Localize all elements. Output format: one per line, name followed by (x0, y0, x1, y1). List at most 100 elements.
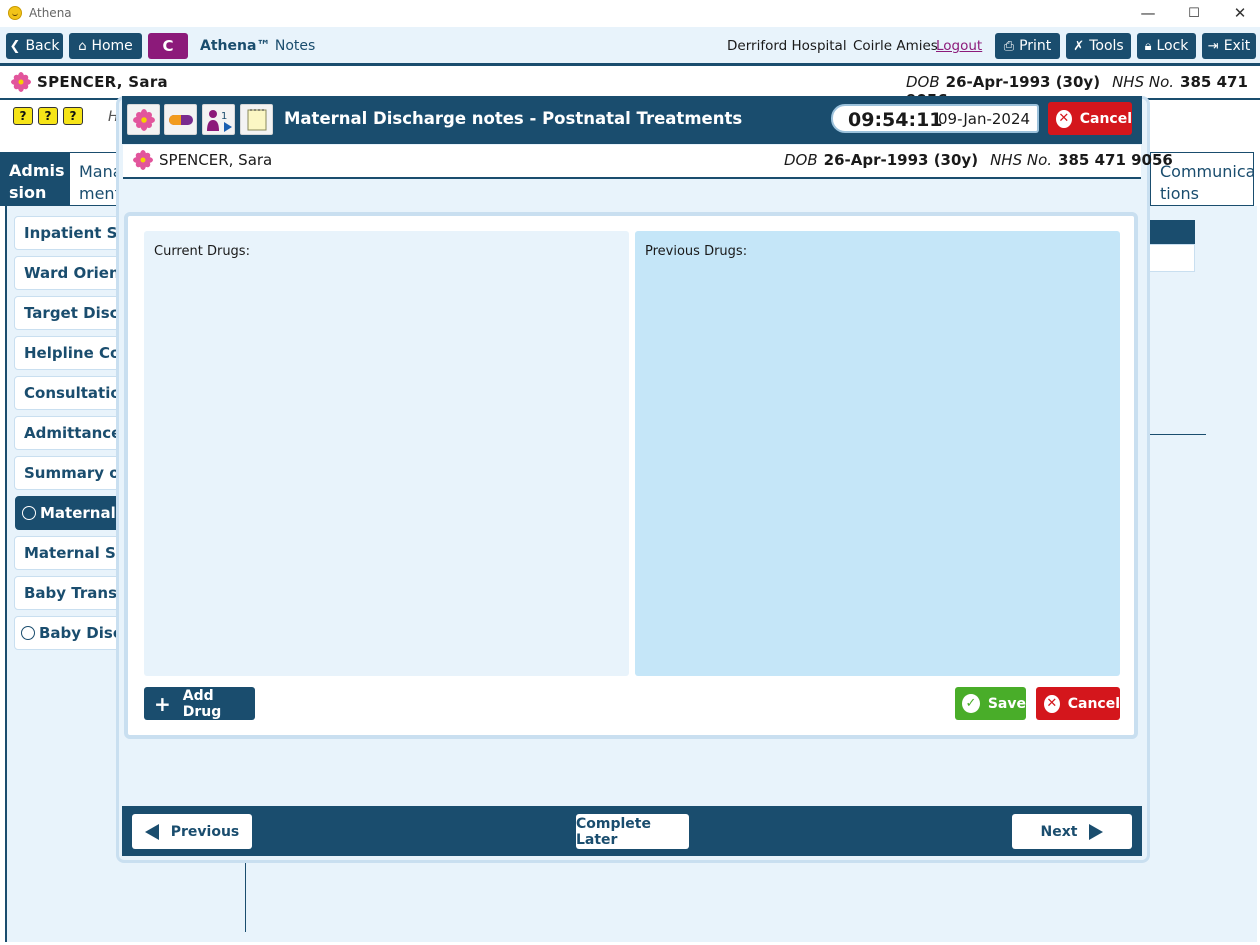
lock-icon: 🔒︎ (1144, 38, 1152, 54)
nav-item-label: Summary of P (24, 464, 129, 482)
save-button[interactable]: ✓ Save (955, 687, 1026, 720)
nav-item-label: Consultation I (24, 384, 130, 402)
flower-icon[interactable] (127, 104, 160, 135)
nav-item-label: Target Dischar (24, 304, 129, 322)
print-label: Print (1019, 38, 1052, 54)
c-button[interactable]: C (148, 33, 188, 59)
help-question-icon[interactable]: ? (38, 107, 58, 125)
add-drug-label: Add Drug (182, 687, 222, 720)
back-button[interactable]: ❮ Back (6, 33, 63, 59)
arrow-right-icon (1089, 823, 1104, 840)
wrench-icon: ✗ (1073, 38, 1085, 54)
nav-item[interactable]: Summary of P (14, 456, 130, 490)
flower-icon (133, 150, 153, 170)
brand-title: Athena™ Notes (200, 38, 315, 54)
header-cancel-label: Cancel (1079, 110, 1132, 127)
printer-icon: ⎙ (1003, 38, 1015, 54)
radio-icon (22, 506, 36, 520)
lock-button[interactable]: 🔒︎ Lock (1137, 33, 1196, 59)
save-label: Save (987, 695, 1026, 712)
home-icon: ⌂ (78, 38, 87, 54)
cancel-x-icon: ✕ (1044, 694, 1060, 713)
nav-item-label: Helpline Cont (24, 344, 130, 362)
cancel-label: Cancel (1067, 695, 1120, 712)
check-icon: ✓ (962, 694, 980, 713)
next-label: Next (1040, 823, 1078, 840)
back-label: Back (25, 38, 60, 54)
window-titlebar: Athena (0, 0, 1260, 26)
brand-suffix: Notes (274, 38, 316, 54)
radio-icon (21, 626, 35, 640)
modal-title: Maternal Discharge notes - Postnatal Tre… (284, 109, 743, 128)
exit-button[interactable]: ⇥ Exit (1202, 33, 1256, 59)
header-cancel-button[interactable]: ✕ Cancel (1048, 102, 1132, 135)
help-question-icon[interactable]: ? (63, 107, 83, 125)
modal-patient-name: SPENCER, Sara (159, 151, 273, 169)
plus-icon: + (154, 691, 171, 716)
nav-item[interactable]: Admittance N (14, 416, 130, 450)
nav-item-label: Baby Transfer (24, 584, 130, 602)
tools-label: Tools (1089, 38, 1124, 54)
cancel-button[interactable]: ✕ Cancel (1036, 687, 1120, 720)
nhs-label: NHS No. (990, 151, 1053, 169)
athena-logo-icon (8, 6, 22, 20)
previous-button[interactable]: Previous (132, 814, 252, 849)
mother-baby-icon[interactable]: 1 (202, 104, 235, 135)
home-label: Home (91, 38, 133, 54)
previous-label: Previous (170, 823, 240, 840)
help-icons: ? ? ? (13, 107, 83, 125)
next-button[interactable]: Next (1012, 814, 1132, 849)
exit-icon: ⇥ (1207, 38, 1219, 54)
nav-item-label: Maternal Self (24, 544, 130, 562)
nav-item[interactable]: Helpline Cont (14, 336, 130, 370)
pill-icon[interactable] (164, 104, 197, 135)
nav-item-label: Inpatient Stay (24, 224, 129, 242)
chevron-left-icon: ❮ (9, 38, 21, 54)
background-divider (1146, 434, 1206, 435)
clock-date: 09-Jan-2024 (938, 110, 1031, 128)
dob-value: 26-Apr-1993 (30y) (945, 73, 1101, 91)
cancel-x-icon: ✕ (1056, 109, 1072, 128)
window-title: Athena (29, 6, 72, 20)
nav-item[interactable]: Ward Orientat (14, 256, 130, 290)
previous-drugs-panel[interactable]: Previous Drugs: (635, 231, 1120, 676)
nav-item[interactable]: Baby Transfer (14, 576, 130, 610)
patient-name: SPENCER, Sara (37, 73, 168, 91)
nav-item[interactable]: Baby Discha (14, 616, 130, 650)
tab-admission[interactable]: Admis sion (0, 152, 69, 206)
complete-later-button[interactable]: Complete Later (576, 814, 689, 849)
notes-icon[interactable] (240, 104, 273, 135)
current-drugs-label: Current Drugs: (154, 244, 250, 259)
home-button[interactable]: ⌂ Home (69, 33, 142, 59)
hospital-name: Derriford Hospital (727, 38, 847, 54)
user-name: Coirle Amies (853, 38, 938, 54)
nav-item[interactable]: Target Dischar (14, 296, 130, 330)
nhs-value: 385 471 9056 (1058, 151, 1173, 169)
exit-label: Exit (1223, 38, 1251, 54)
nav-item[interactable]: Consultation I (14, 376, 130, 410)
add-drug-button[interactable]: + Add Drug (144, 687, 255, 720)
arrow-left-icon (144, 823, 159, 840)
clock-time: 09:54:11 (848, 109, 943, 131)
nhs-label: NHS No. (1112, 73, 1175, 91)
previous-drugs-label: Previous Drugs: (645, 244, 748, 259)
logout-link[interactable]: Logout (936, 38, 982, 54)
brand-name: Athena™ (200, 38, 271, 54)
nav-item-label: Admittance N (24, 424, 130, 442)
current-drugs-panel[interactable]: Current Drugs: (144, 231, 629, 676)
nav-item[interactable]: Maternal Di (15, 496, 131, 530)
nav-item[interactable]: Inpatient Stay (14, 216, 130, 250)
svg-text:1: 1 (221, 111, 227, 122)
modal-patient-demographics: DOB 26-Apr-1993 (30y) NHS No. 385 471 9056 (784, 151, 1173, 169)
print-button[interactable]: ⎙ Print (995, 33, 1060, 59)
dob-label: DOB (784, 151, 818, 169)
close-window-button[interactable]: ✕ (1217, 0, 1260, 26)
help-list-icon[interactable]: ? (13, 107, 33, 125)
dob-label: DOB (906, 73, 940, 91)
dob-value: 26-Apr-1993 (30y) (823, 151, 979, 169)
tools-button[interactable]: ✗ Tools (1066, 33, 1131, 59)
nav-item[interactable]: Maternal Self (14, 536, 130, 570)
lock-label: Lock (1156, 38, 1189, 54)
maximize-button[interactable]: ☐ (1171, 0, 1217, 26)
minimize-button[interactable]: — (1125, 0, 1171, 26)
